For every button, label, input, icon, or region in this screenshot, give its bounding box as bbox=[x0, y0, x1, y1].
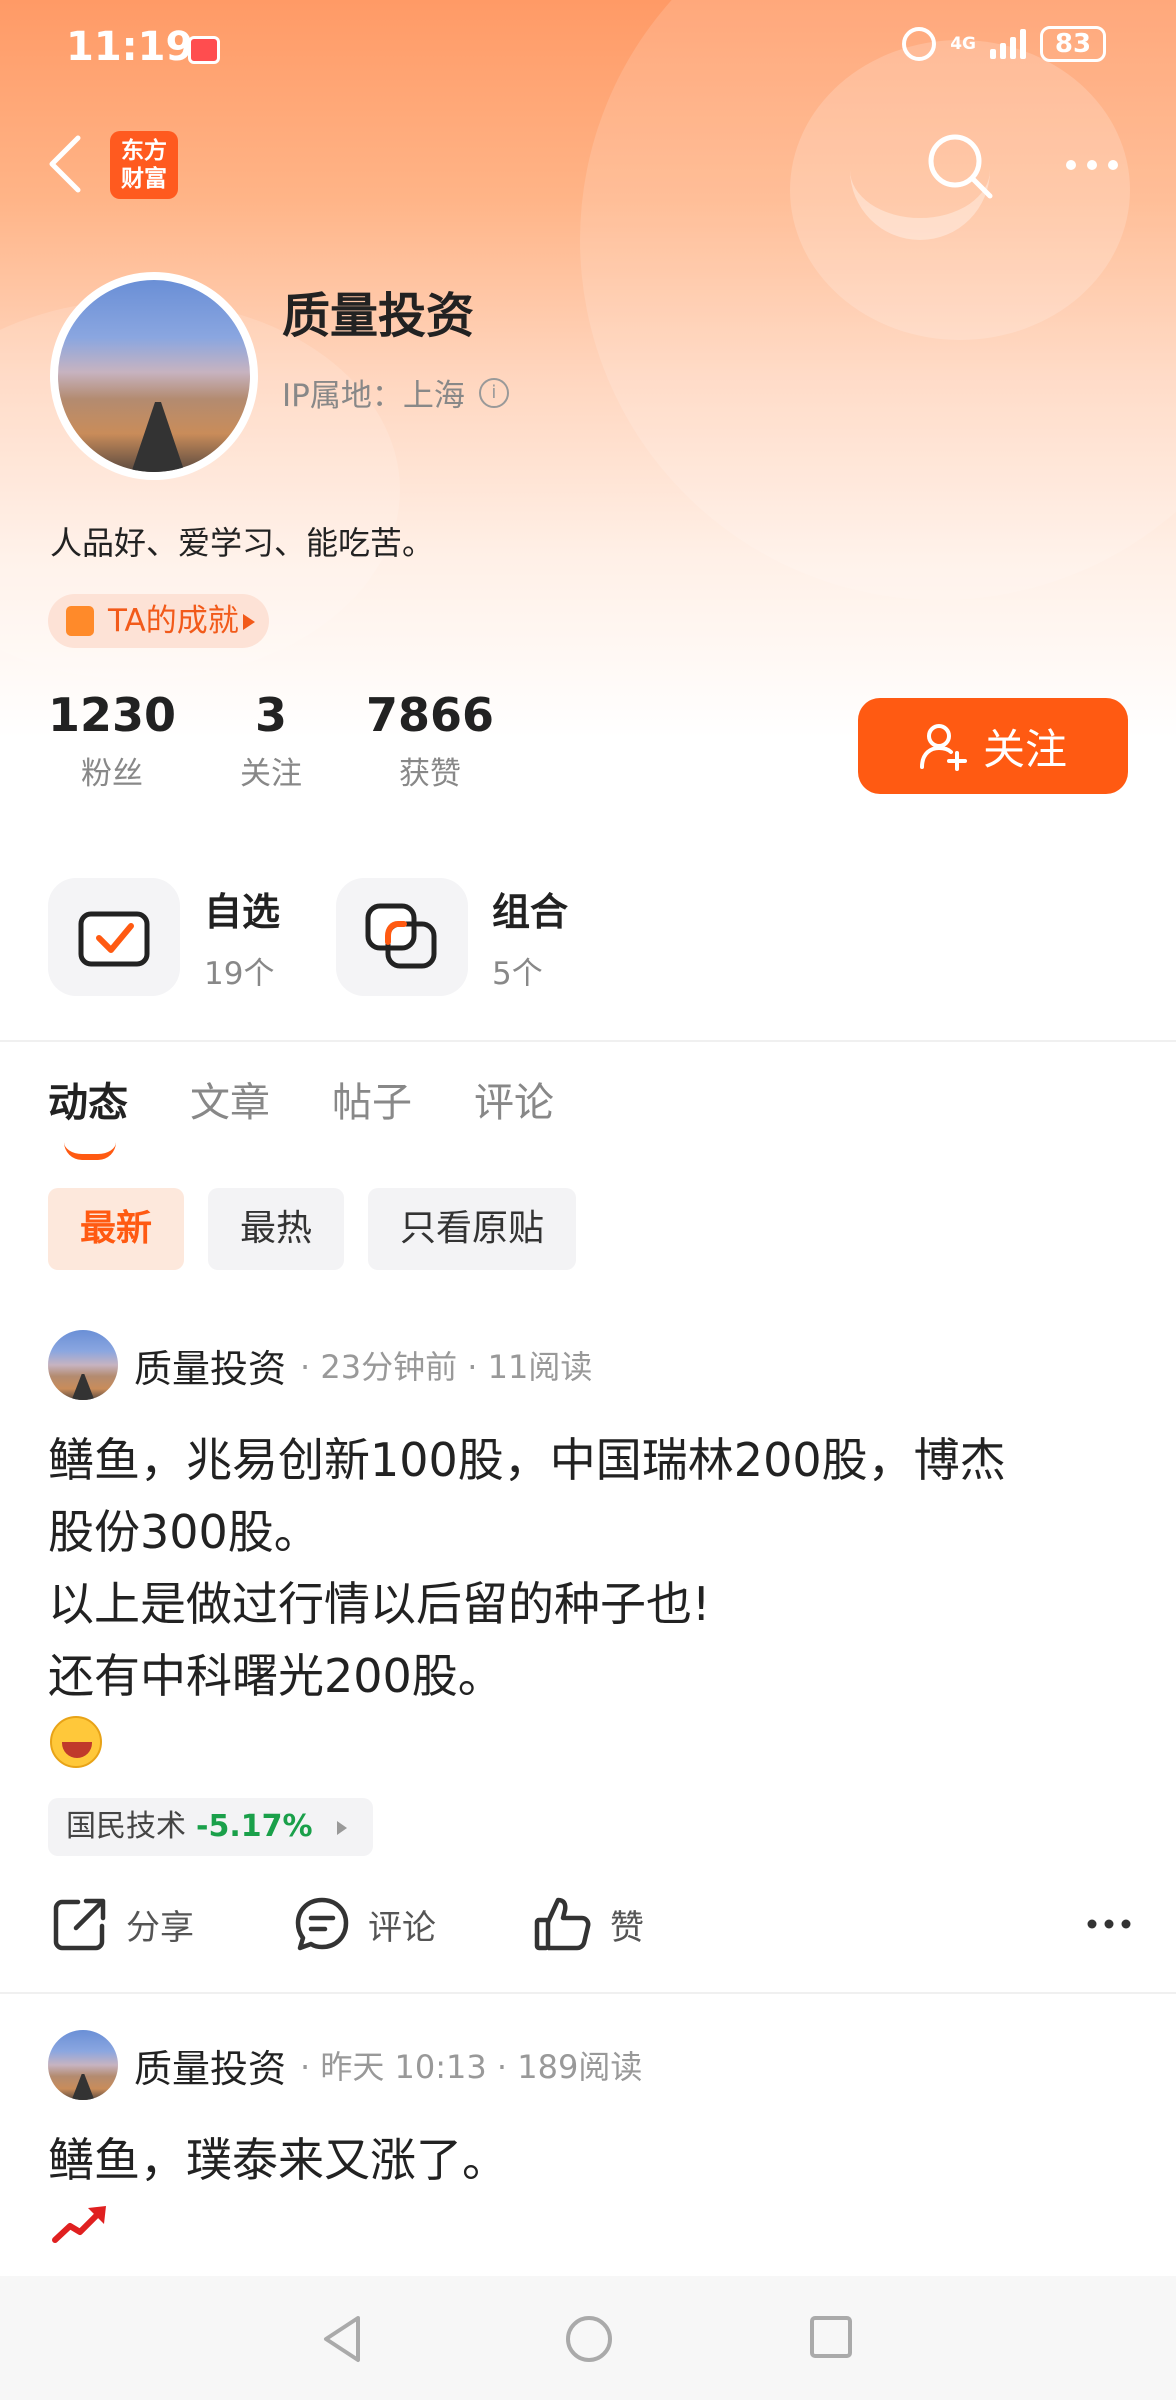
filter-hot[interactable]: 最热 bbox=[208, 1188, 345, 1270]
filter-latest[interactable]: 最新 bbox=[48, 1188, 185, 1270]
post-content[interactable]: 鳝鱼，璞泰来又涨了。 bbox=[48, 2124, 1128, 2196]
filter-original-only[interactable]: 只看原贴 bbox=[368, 1188, 577, 1270]
status-time: 11:19 bbox=[66, 24, 194, 70]
profile-stats: 1230 粉丝 3 关注 7866 获赞 bbox=[48, 688, 558, 793]
play-arrow-icon bbox=[242, 614, 255, 630]
divider bbox=[0, 1992, 1176, 1994]
profile-name: 质量投资 bbox=[282, 288, 475, 344]
stat-label: 关注 bbox=[240, 756, 303, 792]
watchlist-title: 自选 bbox=[204, 890, 281, 934]
play-arrow-icon bbox=[336, 1821, 347, 1835]
back-arrow-icon[interactable] bbox=[44, 132, 88, 196]
stat-likes[interactable]: 7866 获赞 bbox=[366, 688, 494, 793]
like-label: 赞 bbox=[610, 1907, 644, 1948]
status-bar: 11:19 4G 83 bbox=[0, 0, 1176, 100]
post-header[interactable]: 质量投资 · 23分钟前 · 11阅读 bbox=[48, 1330, 592, 1400]
profile-bio: 人品好、爱学习、能吃苦。 bbox=[50, 524, 435, 562]
post-line: 股份300股。 bbox=[48, 1505, 320, 1559]
trending-up-icon bbox=[52, 2206, 106, 2243]
post-line: 鳝鱼，璞泰来又涨了。 bbox=[48, 2133, 508, 2187]
stat-followers[interactable]: 1230 粉丝 bbox=[48, 688, 176, 793]
post-header[interactable]: 质量投资 · 昨天 10:13 · 189阅读 bbox=[48, 2030, 642, 2100]
share-label: 分享 bbox=[126, 1907, 194, 1948]
stat-label: 粉丝 bbox=[81, 756, 144, 792]
nav-home-icon[interactable] bbox=[564, 2314, 614, 2364]
stock-change: -5.17% bbox=[196, 1809, 313, 1844]
follow-button[interactable]: 关注 bbox=[858, 698, 1128, 794]
more-options-icon[interactable] bbox=[1064, 158, 1120, 172]
stat-label: 获赞 bbox=[399, 756, 462, 792]
add-user-icon bbox=[919, 724, 967, 771]
post-actions: 分享 评论 赞 bbox=[52, 1896, 1132, 1956]
lock-icon bbox=[66, 606, 94, 636]
post-content[interactable]: 鳝鱼，兆易创新100股，中国瑞林200股，博杰 股份300股。 以上是做过行情以… bbox=[48, 1424, 1128, 1712]
portfolio-link[interactable]: 组合 5个 bbox=[336, 878, 568, 996]
divider bbox=[0, 1040, 1176, 1042]
nav-recents-icon[interactable] bbox=[808, 2314, 854, 2360]
stock-tag[interactable]: 国民技术 -5.17% bbox=[48, 1798, 373, 1856]
stat-number: 3 bbox=[255, 688, 288, 742]
share-button[interactable]: 分享 bbox=[52, 1896, 194, 1952]
tab-posts[interactable]: 帖子 bbox=[332, 1070, 412, 1128]
watchlist-count: 19个 bbox=[204, 956, 275, 992]
system-navigation-bar bbox=[0, 2276, 1176, 2400]
nav-back-icon[interactable] bbox=[320, 2314, 364, 2364]
post-line: 以上是做过行情以后留的种子也! bbox=[48, 1577, 711, 1631]
comment-label: 评论 bbox=[368, 1907, 436, 1948]
share-icon bbox=[53, 1898, 106, 1951]
ip-location-text: IP属地：上海 bbox=[282, 378, 465, 414]
avatar[interactable] bbox=[48, 2030, 118, 2100]
post-meta: · 昨天 10:13 · 189阅读 bbox=[300, 2048, 643, 2086]
tab-activity[interactable]: 动态 bbox=[48, 1070, 128, 1160]
avatar[interactable] bbox=[48, 1330, 118, 1400]
stat-following[interactable]: 3 关注 bbox=[240, 688, 302, 793]
app-logo[interactable]: 东方财富 bbox=[110, 131, 178, 199]
signal-icon bbox=[990, 29, 1026, 59]
comment-button[interactable]: 评论 bbox=[294, 1896, 436, 1952]
portfolio-title: 组合 bbox=[492, 890, 569, 934]
post-meta: · 23分钟前 · 11阅读 bbox=[300, 1348, 593, 1386]
search-icon[interactable] bbox=[924, 130, 996, 202]
alarm-icon bbox=[902, 27, 937, 61]
stat-number: 7866 bbox=[366, 688, 495, 742]
like-button[interactable]: 赞 bbox=[534, 1896, 644, 1952]
post-author[interactable]: 质量投资 bbox=[134, 2038, 286, 2093]
watchlist-icon bbox=[48, 878, 180, 996]
battery-icon: 83 bbox=[1040, 26, 1106, 62]
avatar[interactable] bbox=[50, 272, 258, 480]
more-options-icon[interactable] bbox=[1086, 1918, 1132, 1930]
portfolio-count: 5个 bbox=[492, 956, 543, 992]
follow-button-label: 关注 bbox=[982, 724, 1067, 774]
post-line: 鳝鱼，兆易创新100股，中国瑞林200股，博杰 bbox=[48, 1433, 1006, 1487]
post-author[interactable]: 质量投资 bbox=[134, 1338, 286, 1393]
watchlist-link[interactable]: 自选 19个 bbox=[48, 878, 280, 996]
info-icon[interactable]: i bbox=[478, 377, 509, 408]
tab-comments[interactable]: 评论 bbox=[474, 1070, 554, 1128]
notification-icon bbox=[188, 36, 220, 64]
achievement-badge[interactable]: TA的成就 bbox=[48, 594, 269, 648]
stat-number: 1230 bbox=[48, 688, 177, 742]
ip-location: IP属地：上海 i bbox=[282, 370, 509, 415]
network-label: 4G bbox=[950, 33, 976, 54]
achievement-label: TA的成就 bbox=[108, 603, 239, 639]
thumbs-up-icon bbox=[534, 1897, 591, 1951]
comment-icon bbox=[295, 1897, 349, 1951]
portfolio-icon bbox=[336, 878, 468, 996]
sort-filters: 最新 最热 只看原贴 bbox=[48, 1188, 577, 1270]
stock-name: 国民技术 bbox=[66, 1809, 186, 1844]
post-line: 还有中科曙光200股。 bbox=[48, 1649, 504, 1703]
content-tabs: 动态 文章 帖子 评论 bbox=[48, 1070, 554, 1160]
tab-articles[interactable]: 文章 bbox=[190, 1070, 270, 1128]
laugh-emoji-icon bbox=[50, 1716, 102, 1768]
